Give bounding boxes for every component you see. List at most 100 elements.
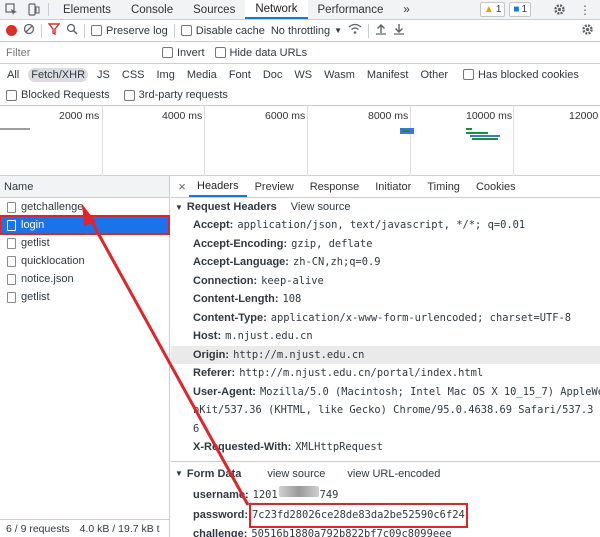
timeline-overview[interactable]: 2000 ms 4000 ms 6000 ms 8000 ms 10000 ms…	[0, 106, 600, 176]
blocked-cookies-label: Has blocked cookies	[477, 68, 579, 81]
type-filter-font[interactable]: Font	[226, 68, 254, 82]
disable-cache-toggle[interactable]: Disable cache	[180, 25, 265, 37]
preserve-log-toggle[interactable]: Preserve log	[91, 25, 168, 37]
tab-response[interactable]: Response	[302, 176, 368, 197]
header-key: Content-Type:	[193, 311, 267, 324]
form-field-challenge: challenge: 50516b1880a792b822bf7c09c8099…	[171, 525, 600, 537]
hide-data-urls-toggle[interactable]: Hide data URLs	[214, 47, 307, 59]
request-name: quicklocation	[21, 255, 85, 267]
more-options-icon[interactable]: ⋮	[574, 3, 596, 17]
warnings-badge[interactable]: ▲ 1	[479, 2, 506, 17]
request-name: getlist	[21, 291, 50, 303]
blocked-cookies-checkbox[interactable]	[462, 69, 474, 80]
header-row: Accept-Encoding: gzip, deflate	[171, 235, 600, 254]
network-status-bar: 6 / 9 requests 4.0 kB / 19.7 kB t	[0, 519, 170, 537]
divider	[84, 23, 85, 38]
tab-elements[interactable]: Elements	[53, 0, 121, 19]
header-key: Content-Length:	[193, 293, 279, 305]
timeline-bar	[472, 138, 498, 140]
header-row: User-Agent: Mozilla/5.0 (Macintosh; Intel…	[171, 383, 600, 402]
request-row-getlist[interactable]: getlist	[0, 234, 169, 252]
blocked-cookies-toggle[interactable]: Has blocked cookies	[462, 68, 579, 81]
type-filter-js[interactable]: JS	[94, 68, 113, 82]
header-value: Mozilla/5.0 (Macintosh; Intel Mac OS X 1…	[259, 385, 600, 398]
type-filter-manifest[interactable]: Manifest	[364, 68, 412, 82]
tab-performance[interactable]: Performance	[308, 0, 394, 19]
hide-data-urls-checkbox[interactable]	[214, 47, 226, 58]
blocked-requests-toggle[interactable]: Blocked Requests	[6, 89, 110, 101]
header-row: Host: m.njust.edu.cn	[171, 327, 600, 346]
settings-gear-icon[interactable]	[548, 3, 570, 16]
filter-input[interactable]	[4, 44, 152, 61]
request-row-getlist-2[interactable]: getlist	[0, 288, 169, 306]
invert-toggle[interactable]: Invert	[162, 47, 205, 59]
message-icon: ■	[513, 4, 520, 15]
header-value: m.njust.edu.cn	[225, 330, 313, 342]
messages-badge[interactable]: ■ 1	[509, 2, 531, 17]
view-source-link[interactable]: view source	[267, 468, 325, 480]
tab-preview[interactable]: Preview	[247, 176, 302, 197]
divider	[48, 3, 49, 16]
device-toolbar-icon[interactable]	[22, 0, 44, 19]
record-icon[interactable]	[6, 25, 17, 36]
invert-checkbox[interactable]	[162, 47, 173, 58]
type-filter-other[interactable]: Other	[417, 68, 451, 82]
import-har-icon[interactable]	[375, 23, 387, 38]
blocked-requests-checkbox[interactable]	[6, 89, 17, 101]
request-row-login[interactable]: login	[0, 215, 170, 235]
close-icon[interactable]: ×	[175, 176, 189, 197]
request-options: Blocked Requests 3rd-party requests	[0, 85, 600, 106]
header-row: Accept: application/json, text/javascript…	[171, 216, 600, 235]
divider	[41, 23, 42, 38]
type-filter-fetch-xhr[interactable]: Fetch/XHR	[28, 67, 89, 82]
export-har-icon[interactable]	[393, 23, 405, 38]
type-filter-media[interactable]: Media	[184, 68, 220, 82]
type-filter-wasm[interactable]: Wasm	[321, 68, 358, 82]
request-row-quicklocation[interactable]: quicklocation	[0, 252, 169, 270]
third-party-toggle[interactable]: 3rd-party requests	[123, 89, 228, 101]
network-conditions-icon[interactable]	[348, 23, 362, 38]
view-url-encoded-link[interactable]: view URL-encoded	[347, 468, 440, 480]
request-row-notice-json[interactable]: notice.json	[0, 270, 169, 288]
file-icon	[7, 237, 16, 249]
inspect-element-icon[interactable]	[0, 0, 22, 19]
third-party-checkbox[interactable]	[123, 89, 135, 101]
view-source-link[interactable]: View source	[291, 201, 351, 213]
header-value: XMLHttpRequest	[295, 441, 383, 453]
invert-label: Invert	[177, 46, 205, 59]
header-row: Accept-Language: zh-CN,zh;q=0.9	[171, 253, 600, 272]
password-value: 7c23fd28026ce28de83da2be52590c6f24	[249, 503, 468, 528]
expand-triangle-icon: ▼	[175, 469, 183, 478]
request-row-getchallenge[interactable]: getchallenge	[0, 198, 169, 216]
tab-console[interactable]: Console	[121, 0, 183, 19]
header-value: http://m.njust.edu.cn/portal/index.html	[239, 367, 484, 379]
tab-initiator[interactable]: Initiator	[367, 176, 419, 197]
type-filter-doc[interactable]: Doc	[260, 68, 286, 82]
throttling-value: No throttling	[270, 24, 331, 37]
form-data-section[interactable]: ▼ Form Data view source view URL-encoded	[171, 465, 600, 483]
type-filter-all[interactable]: All	[4, 68, 22, 82]
header-key: Host:	[193, 330, 222, 342]
tab-network[interactable]: Network	[245, 0, 308, 19]
disable-cache-checkbox[interactable]	[180, 25, 192, 36]
clear-icon[interactable]	[23, 23, 35, 38]
header-row-highlighted: Origin: http://m.njust.edu.cn	[171, 345, 600, 364]
timeline-gridline	[513, 106, 514, 176]
tab-headers[interactable]: Headers	[189, 176, 247, 197]
type-filter-ws[interactable]: WS	[291, 68, 315, 82]
network-settings-gear-icon[interactable]	[581, 23, 594, 39]
more-tabs-button[interactable]: »	[393, 0, 419, 19]
tab-sources[interactable]: Sources	[183, 0, 245, 19]
search-icon[interactable]	[66, 23, 78, 38]
request-headers-section[interactable]: ▼ Request Headers View source	[171, 198, 600, 216]
tab-cookies[interactable]: Cookies	[468, 176, 524, 197]
type-filter-css[interactable]: CSS	[119, 68, 148, 82]
tab-timing[interactable]: Timing	[419, 176, 468, 197]
timeline-tick: 8000 ms	[368, 110, 409, 122]
username-prefix: 1201	[252, 488, 278, 501]
type-filter-img[interactable]: Img	[154, 68, 178, 82]
preserve-log-checkbox[interactable]	[91, 25, 102, 36]
throttling-select[interactable]: No throttling ▼	[271, 25, 342, 37]
name-column-header[interactable]: Name	[0, 176, 169, 198]
filter-funnel-icon[interactable]	[47, 23, 61, 38]
